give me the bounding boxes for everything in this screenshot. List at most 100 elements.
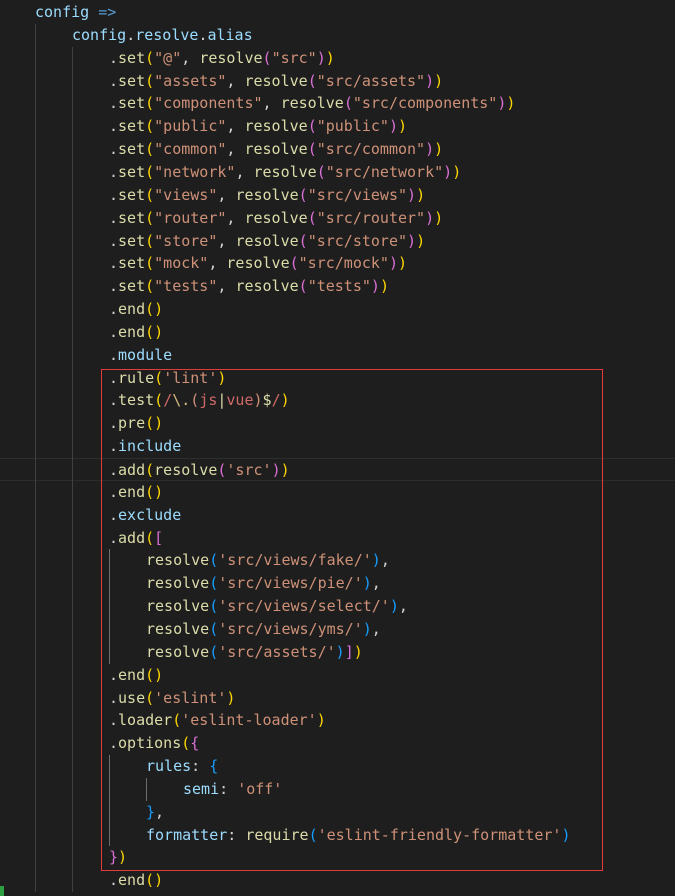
code-token: ,: [217, 185, 236, 204]
code-token: resolve: [244, 208, 308, 227]
code-token: .: [109, 368, 119, 387]
code-line[interactable]: resolve('src/views/select/'),: [0, 595, 675, 618]
code-token: ,: [181, 48, 200, 67]
code-token: (): [145, 300, 164, 319]
code-token: (): [145, 871, 164, 890]
code-token: ): [280, 461, 290, 479]
code-token: set: [118, 48, 146, 67]
code-token: "public": [154, 117, 227, 136]
code-token: ): [217, 368, 227, 387]
code-token: $: [262, 391, 272, 410]
code-line[interactable]: semi: 'off': [0, 778, 675, 801]
code-line[interactable]: resolve('src/assets/')]): [0, 641, 675, 664]
code-line[interactable]: .pre(): [0, 412, 675, 435]
code-line[interactable]: .end(): [0, 481, 675, 504]
code-token: (: [145, 162, 155, 181]
code-line[interactable]: resolve('src/views/yms/'),: [0, 618, 675, 641]
code-line[interactable]: .add([: [0, 527, 675, 550]
code-token: (: [308, 825, 318, 844]
code-token: ,: [226, 71, 245, 90]
code-token: :: [227, 825, 246, 844]
code-token: "public": [316, 117, 389, 136]
code-token: "src/network": [325, 162, 444, 181]
code-token: add: [118, 461, 146, 479]
code-line[interactable]: .end(): [0, 321, 675, 344]
code-editor[interactable]: config => config.resolve.alias .set("@", r…: [0, 0, 675, 896]
code-token: ): [118, 848, 128, 867]
code-line[interactable]: .set("views", resolve("src/views")): [0, 184, 675, 207]
code-token: ): [416, 185, 426, 204]
code-token: end: [118, 871, 146, 890]
code-line[interactable]: config.resolve.alias: [0, 24, 675, 47]
git-added-marker: [0, 886, 4, 896]
code-line[interactable]: .end(): [0, 869, 675, 892]
code-token: \.: [172, 391, 191, 410]
code-line[interactable]: .set("mock", resolve("src/mock")): [0, 252, 675, 275]
code-token: config: [72, 25, 127, 44]
code-token: resolve: [253, 162, 317, 181]
code-token: (: [343, 94, 353, 113]
code-token: (: [145, 208, 155, 227]
code-token: ,: [262, 94, 281, 113]
code-line[interactable]: .add(resolve('src')): [0, 458, 675, 481]
code-line[interactable]: .options({: [0, 732, 675, 755]
code-line[interactable]: .loader('eslint-loader'): [0, 709, 675, 732]
code-line[interactable]: .module: [0, 344, 675, 367]
code-line[interactable]: }): [0, 846, 675, 869]
indent-guide: [35, 23, 36, 893]
code-line[interactable]: .end(): [0, 298, 675, 321]
code-token: /: [271, 391, 281, 410]
code-token: .: [109, 528, 119, 547]
code-line[interactable]: .exclude: [0, 504, 675, 527]
code-token: "src/router": [316, 208, 426, 227]
code-token: include: [118, 437, 182, 456]
code-line[interactable]: .set("store", resolve("src/store")): [0, 230, 675, 253]
code-token: set: [118, 254, 146, 273]
code-line[interactable]: resolve('src/views/fake/'),: [0, 549, 675, 572]
code-line[interactable]: .set("@", resolve("src")): [0, 47, 675, 70]
code-token: ): [561, 825, 571, 844]
code-token: (: [307, 208, 317, 227]
code-token: set: [118, 94, 146, 113]
code-line[interactable]: .set("tests", resolve("tests")): [0, 275, 675, 298]
code-token: rule: [118, 368, 155, 387]
code-token: require: [245, 825, 309, 844]
indent-guide: [109, 549, 110, 664]
code-line[interactable]: .rule('lint'): [0, 367, 675, 390]
code-token: (: [145, 461, 155, 479]
code-token: "views": [154, 185, 218, 204]
code-token: ): [226, 688, 236, 707]
code-token: ): [506, 94, 516, 113]
code-line[interactable]: },: [0, 801, 675, 824]
code-token: }: [109, 848, 119, 867]
code-line[interactable]: .set("public", resolve("public")): [0, 115, 675, 138]
code-line[interactable]: resolve('src/views/pie/'),: [0, 572, 675, 595]
code-token: /: [163, 391, 173, 410]
code-token: exclude: [118, 505, 182, 524]
code-line[interactable]: formatter: require('eslint-friendly-form…: [0, 824, 675, 847]
code-line[interactable]: .set("assets", resolve("src/assets")): [0, 70, 675, 93]
code-token: resolve: [280, 94, 344, 113]
code-line[interactable]: .set("router", resolve("src/router")): [0, 207, 675, 230]
code-token: .: [109, 117, 119, 136]
code-token: test: [118, 391, 155, 410]
code-token: 'src/views/fake/': [218, 551, 372, 570]
code-token: resolve: [199, 48, 263, 67]
code-line[interactable]: .end(): [0, 664, 675, 687]
code-line[interactable]: config =>: [0, 1, 675, 24]
code-token: formatter: [146, 825, 228, 844]
code-token: (: [209, 574, 219, 593]
code-line[interactable]: .include: [0, 435, 675, 458]
code-token: resolve: [235, 231, 299, 250]
code-token: (: [190, 391, 200, 410]
code-line[interactable]: .test(/\.(js|vue)$/): [0, 389, 675, 412]
code-line[interactable]: rules: {: [0, 755, 675, 778]
code-line[interactable]: .set("common", resolve("src/common")): [0, 138, 675, 161]
code-token: (: [145, 688, 155, 707]
code-token: "tests": [307, 277, 371, 296]
code-line[interactable]: .use('eslint'): [0, 687, 675, 710]
code-line[interactable]: .set("network", resolve("src/network")): [0, 161, 675, 184]
code-line[interactable]: .set("components", resolve("src/componen…: [0, 92, 675, 115]
code-token: {: [190, 734, 200, 753]
code-token: .: [109, 505, 119, 524]
